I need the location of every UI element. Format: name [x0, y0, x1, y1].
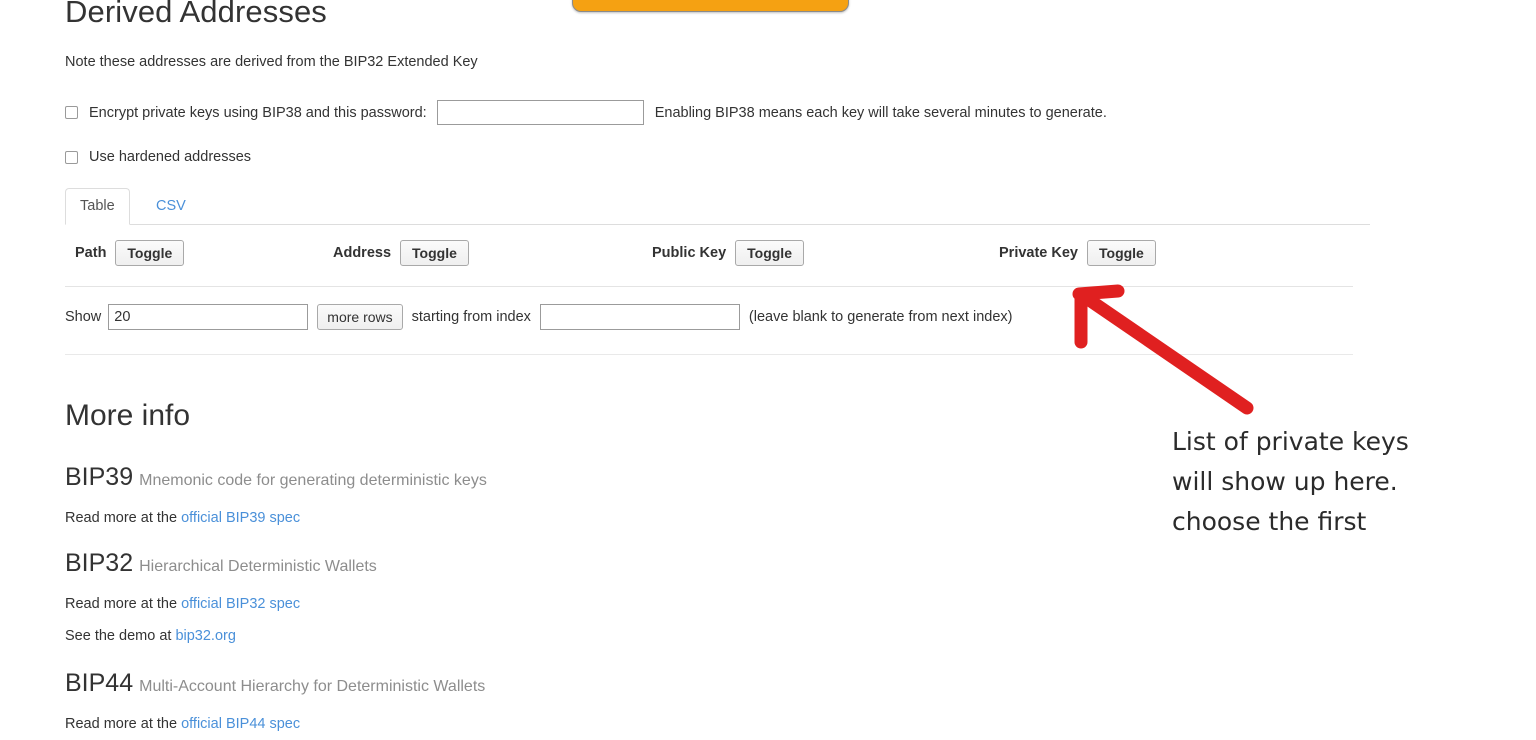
bip44-read-more-prefix: Read more at the: [65, 716, 182, 732]
bip32-heading: BIP32 Hierarchical Deterministic Wallets: [65, 548, 377, 582]
bip39-read-more-prefix: Read more at the: [65, 510, 182, 526]
bip32-demo-prefix: See the demo at: [65, 628, 176, 644]
show-label: Show: [65, 309, 102, 325]
bip39-heading: BIP39 Mnemonic code for generating determ…: [65, 462, 487, 496]
toggle-address-button[interactable]: Toggle: [400, 240, 469, 266]
column-path-label: Path: [75, 245, 107, 261]
bip38-option-row: Encrypt private keys using BIP38 and thi…: [65, 100, 1107, 125]
more-info-entry-bip39: BIP39 Mnemonic code for generating determ…: [65, 462, 487, 528]
page-title: Derived Addresses: [65, 0, 327, 29]
starting-index-hint: (leave blank to generate from next index…: [748, 309, 1013, 325]
column-address-label: Address: [333, 245, 392, 261]
generate-button-partial[interactable]: [572, 0, 849, 12]
bip39-spec-link[interactable]: official BIP39 spec: [181, 510, 300, 526]
column-public-key: Public Key Toggle: [652, 237, 804, 269]
bip32-demo-line: See the demo at bip32.org: [65, 626, 377, 646]
bip38-label: Encrypt private keys using BIP38 and thi…: [89, 104, 427, 121]
derivation-note: Note these addresses are derived from th…: [65, 54, 478, 70]
bip44-description: Multi-Account Hierarchy for Deterministi…: [139, 678, 486, 695]
toggle-private-key-button[interactable]: Toggle: [1087, 240, 1156, 266]
bip39-description: Mnemonic code for generating determinist…: [139, 472, 487, 489]
bip44-name: BIP44: [65, 669, 134, 697]
derived-addresses-table-header: Path Toggle Address Toggle Public Key To…: [65, 237, 1353, 287]
more-rows-button[interactable]: more rows: [317, 304, 403, 330]
bip32-spec-link[interactable]: official BIP32 spec: [181, 596, 300, 612]
more-info-title: More info: [65, 399, 191, 432]
page-root: Derived Addresses Note these addresses a…: [0, 0, 1536, 740]
column-path: Path Toggle: [75, 237, 185, 269]
toggle-path-button[interactable]: Toggle: [115, 240, 185, 266]
column-private-key-label: Private Key: [999, 245, 1078, 261]
bip38-password-input[interactable]: [436, 100, 644, 125]
hardened-label: Use hardened addresses: [89, 149, 252, 165]
bip38-hint: Enabling BIP38 means each key will take …: [654, 104, 1107, 121]
hardened-option-row: Use hardened addresses: [65, 149, 251, 165]
column-public-key-label: Public Key: [652, 245, 727, 261]
bip32-read-more-prefix: Read more at the: [65, 596, 182, 612]
hardened-checkbox[interactable]: [65, 150, 78, 164]
bip44-spec-link[interactable]: official BIP44 spec: [181, 716, 300, 732]
bip39-name: BIP39: [65, 463, 134, 491]
show-rows-input[interactable]: [108, 304, 309, 330]
bip32-demo-link[interactable]: bip32.org: [175, 628, 235, 644]
annotation-text: List of private keys will show up here. …: [1172, 427, 1409, 536]
bip38-checkbox[interactable]: [65, 106, 78, 119]
bip32-read-more-line: Read more at the official BIP32 spec: [65, 594, 377, 614]
bip44-heading: BIP44 Multi-Account Hierarchy for Determi…: [65, 668, 485, 702]
bip44-read-more-line: Read more at the official BIP44 spec: [65, 714, 485, 734]
rows-control-bar: Show more rows starting from index (leav…: [65, 300, 1353, 355]
tab-csv[interactable]: CSV: [141, 188, 201, 225]
starting-from-index-label: starting from index: [411, 309, 531, 325]
view-tabs: Table CSV: [65, 188, 1370, 225]
tab-table[interactable]: Table: [65, 188, 130, 225]
column-private-key: Private Key Toggle: [999, 237, 1156, 269]
bip39-read-more-line: Read more at the official BIP39 spec: [65, 508, 487, 528]
starting-index-input[interactable]: [539, 304, 740, 330]
more-info-entry-bip44: BIP44 Multi-Account Hierarchy for Determi…: [65, 668, 485, 734]
bip32-name: BIP32: [65, 549, 134, 577]
toggle-public-key-button[interactable]: Toggle: [735, 240, 804, 266]
more-info-entry-bip32: BIP32 Hierarchical Deterministic Wallets …: [65, 548, 377, 646]
column-address: Address Toggle: [333, 237, 469, 269]
bip32-description: Hierarchical Deterministic Wallets: [139, 558, 377, 575]
